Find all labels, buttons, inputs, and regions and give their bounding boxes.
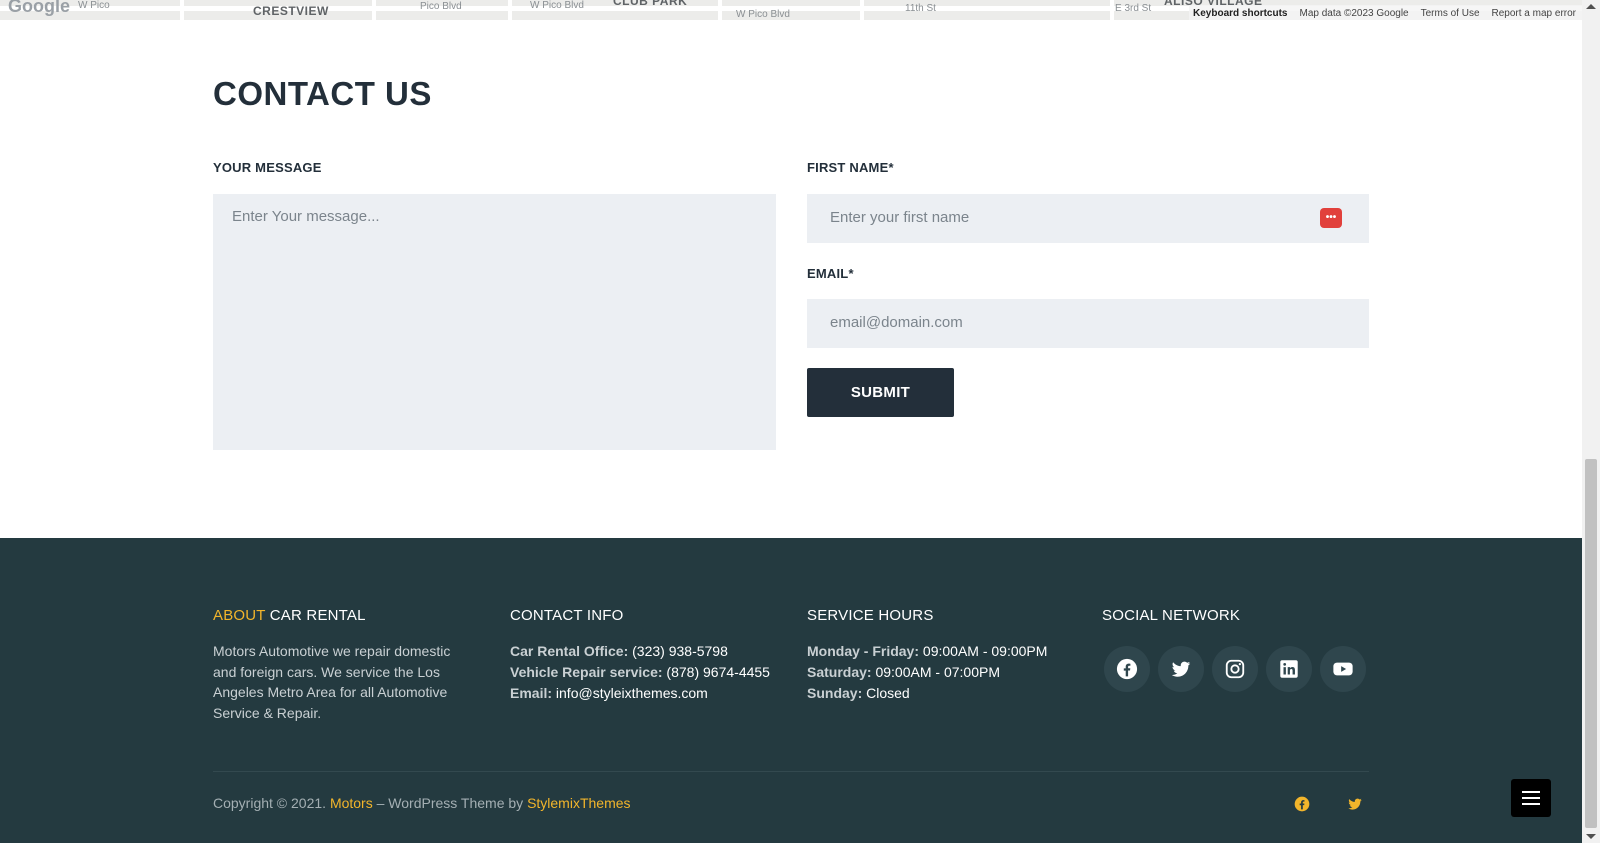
contact-info-label: Car Rental Office: (510, 643, 629, 659)
scroll-down-arrow[interactable] (1586, 834, 1596, 839)
copyright-text: Copyright © 2021. Motors – WordPress The… (213, 795, 631, 811)
email-link[interactable]: info@styleixthemes.com (552, 685, 708, 701)
social-network-heading: SOCIAL NETWORK (1102, 607, 1241, 624)
facebook-icon (1294, 796, 1310, 812)
contact-info-line: Email: info@styleixthemes.com (510, 683, 708, 704)
service-hours-value: Closed (862, 685, 910, 701)
message-textarea[interactable] (213, 194, 776, 450)
copyright-middle: – WordPress Theme by (372, 795, 528, 811)
twitter-icon (1171, 661, 1191, 677)
facebook-button[interactable] (1104, 646, 1150, 692)
email-label: EMAIL* (807, 266, 854, 281)
service-hours-label: Sunday: (807, 685, 863, 701)
map-embed[interactable]: Google CRESTVIEW W Pico Pico Blvd W Pico… (0, 0, 1582, 20)
phone-link[interactable]: (878) 9674-4455 (663, 664, 770, 680)
google-logo: Google (8, 0, 70, 16)
about-text: Motors Automotive we repair domestic and… (213, 643, 451, 722)
first-name-placeholder: Enter your first name (830, 209, 970, 226)
service-hours-label: Monday - Friday: (807, 643, 920, 659)
youtube-button[interactable] (1320, 646, 1366, 692)
service-hours-label: Saturday: (807, 664, 872, 680)
contact-info-line: Vehicle Repair service: (878) 9674-4455 (510, 662, 770, 683)
map-label-street: W Pico Blvd (530, 0, 584, 11)
service-hours-line: Monday - Friday: 09:00AM - 09:00PM (807, 641, 1047, 662)
contact-info-line: Car Rental Office: (323) 938-5798 (510, 641, 728, 662)
map-data-text: Map data ©2023 Google (1299, 7, 1409, 19)
instagram-icon (1225, 659, 1245, 679)
hamburger-menu-icon (1522, 791, 1540, 805)
map-label-street: 11th St (905, 3, 936, 14)
twitter-icon (1348, 798, 1362, 810)
report-map-error-link[interactable]: Report a map error (1492, 8, 1576, 19)
contact-info-label: Vehicle Repair service: (510, 664, 663, 680)
facebook-icon (1116, 658, 1138, 680)
service-hours-value: 09:00AM - 07:00PM (871, 664, 1000, 680)
first-name-label: FIRST NAME* (807, 160, 894, 175)
email-placeholder: email@domain.com (830, 314, 963, 331)
map-label-street: Pico Blvd (420, 1, 462, 12)
site-footer: ABOUT CAR RENTAL Motors Automotive we re… (0, 538, 1582, 843)
youtube-icon (1333, 662, 1353, 676)
service-hours-heading: SERVICE HOURS (807, 607, 934, 624)
copyright-prefix: Copyright © 2021. (213, 795, 330, 811)
footer-facebook-link[interactable] (1293, 795, 1311, 813)
map-label-street: W Pico Blvd (736, 9, 790, 20)
page-title: CONTACT US (213, 75, 432, 112)
submit-button[interactable]: SUBMIT (807, 368, 954, 417)
map-attribution: Keyboard shortcuts Map data ©2023 Google… (1189, 5, 1582, 20)
keyboard-shortcuts-link[interactable]: Keyboard shortcuts (1193, 8, 1287, 19)
about-heading-rest: CAR RENTAL (265, 607, 366, 624)
page-scrollbar[interactable] (1582, 0, 1600, 843)
map-label-street: E 3rd St (1115, 3, 1152, 14)
footer-twitter-link[interactable] (1346, 795, 1364, 813)
message-label: YOUR MESSAGE (213, 160, 322, 175)
contact-info-heading: CONTACT INFO (510, 607, 624, 624)
map-label-club-park: CLUB PARK (613, 0, 688, 8)
about-heading: ABOUT CAR RENTAL (213, 607, 366, 624)
scroll-thumb[interactable] (1585, 459, 1597, 828)
twitter-button[interactable] (1158, 646, 1204, 692)
service-hours-line: Sunday: Closed (807, 683, 910, 704)
scroll-up-arrow[interactable] (1586, 4, 1596, 9)
linkedin-button[interactable] (1266, 646, 1312, 692)
contact-info-label: Email: (510, 685, 553, 701)
motors-link[interactable]: Motors (330, 795, 373, 811)
hamburger-menu-button[interactable] (1511, 779, 1551, 817)
map-label-street: W Pico (78, 0, 110, 11)
service-hours-line: Saturday: 09:00AM - 07:00PM (807, 662, 1000, 683)
phone-link[interactable]: (323) 938-5798 (628, 643, 728, 659)
map-label-crestview: CRESTVIEW (253, 4, 329, 18)
password-manager-icon[interactable]: ••• (1320, 208, 1342, 228)
about-heading-accent: ABOUT (213, 607, 266, 624)
service-hours-value: 09:00AM - 09:00PM (919, 643, 1048, 659)
stylemixthemes-link[interactable]: StylemixThemes (527, 795, 630, 811)
linkedin-icon (1280, 660, 1298, 678)
instagram-button[interactable] (1212, 646, 1258, 692)
message-placeholder: Enter Your message... (232, 208, 380, 225)
footer-divider (213, 771, 1369, 772)
terms-of-use-link[interactable]: Terms of Use (1421, 8, 1480, 19)
